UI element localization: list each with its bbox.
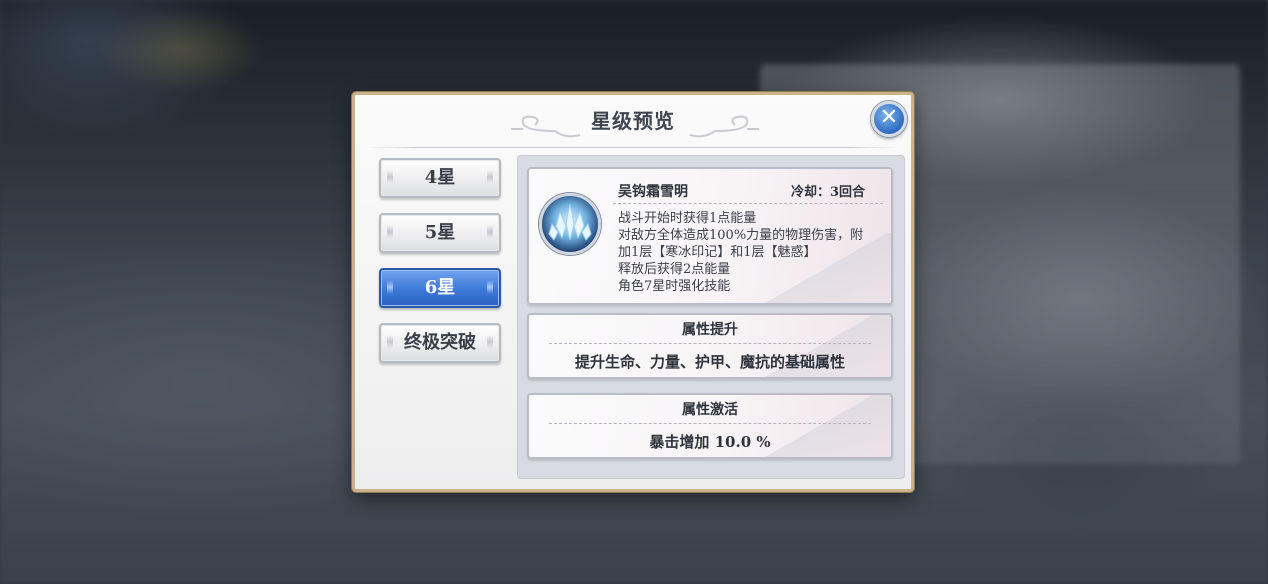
skill-desc-line: 战斗开始时获得1点能量 <box>618 211 757 226</box>
skill-card: 吴钩霜雪明 冷却：3回合 战斗开始时获得1点能量 对敌方全体造成100%力量的物… <box>527 167 893 305</box>
card-divider <box>549 343 871 344</box>
tab-label: 6星 <box>424 277 456 298</box>
skill-desc-line: 角色7星时强化技能 <box>618 279 731 294</box>
attribute-activation-text: 暴击增加 10.0 % <box>649 433 771 451</box>
tab-5-star[interactable]: 5星 <box>379 213 501 253</box>
skill-divider <box>613 203 883 204</box>
tab-label: 终极突破 <box>404 332 476 353</box>
tab-ultimate-breakthrough[interactable]: 终极突破 <box>379 323 501 363</box>
skill-description: 战斗开始时获得1点能量 对敌方全体造成100%力量的物理伤害，附 加1层【寒冰印… <box>618 210 863 295</box>
attribute-boost-card: 属性提升 提升生命、力量、护甲、魔抗的基础属性 <box>527 313 893 379</box>
tab-label: 4星 <box>424 167 456 188</box>
skill-desc-line: 加1层【寒冰印记】和1层【魅惑】 <box>618 245 817 260</box>
attribute-activation-title: 属性激活 <box>682 402 738 418</box>
close-icon: ✕ <box>879 105 899 130</box>
title-divider <box>365 147 901 148</box>
skill-cooldown: 冷却：3回合 <box>790 185 865 200</box>
dialog-title: 星级预览 <box>591 109 675 133</box>
attribute-boost-text: 提升生命、力量、护甲、魔抗的基础属性 <box>574 353 845 371</box>
ice-crystal-skill-icon <box>539 193 601 255</box>
skill-desc-line: 释放后获得2点能量 <box>618 262 731 277</box>
skill-desc-line: 对敌方全体造成100%力量的物理伤害，附 <box>618 228 864 243</box>
card-divider <box>549 423 871 424</box>
tab-6-star[interactable]: 6星 <box>379 268 501 308</box>
close-button[interactable]: ✕ <box>871 101 907 137</box>
skill-name: 吴钩霜雪明 <box>618 184 688 200</box>
tab-label: 5星 <box>424 222 456 243</box>
star-preview-dialog: 星级预览 ✕ 4星 5星 6星 终极突破 吴钩霜雪明 冷却：3回合 战斗开始时获… <box>352 92 914 492</box>
preview-content-panel: 吴钩霜雪明 冷却：3回合 战斗开始时获得1点能量 对敌方全体造成100%力量的物… <box>517 155 905 479</box>
tab-4-star[interactable]: 4星 <box>379 158 501 198</box>
attribute-activation-card: 属性激活 暴击增加 10.0 % <box>527 393 893 459</box>
attribute-boost-title: 属性提升 <box>682 322 738 338</box>
